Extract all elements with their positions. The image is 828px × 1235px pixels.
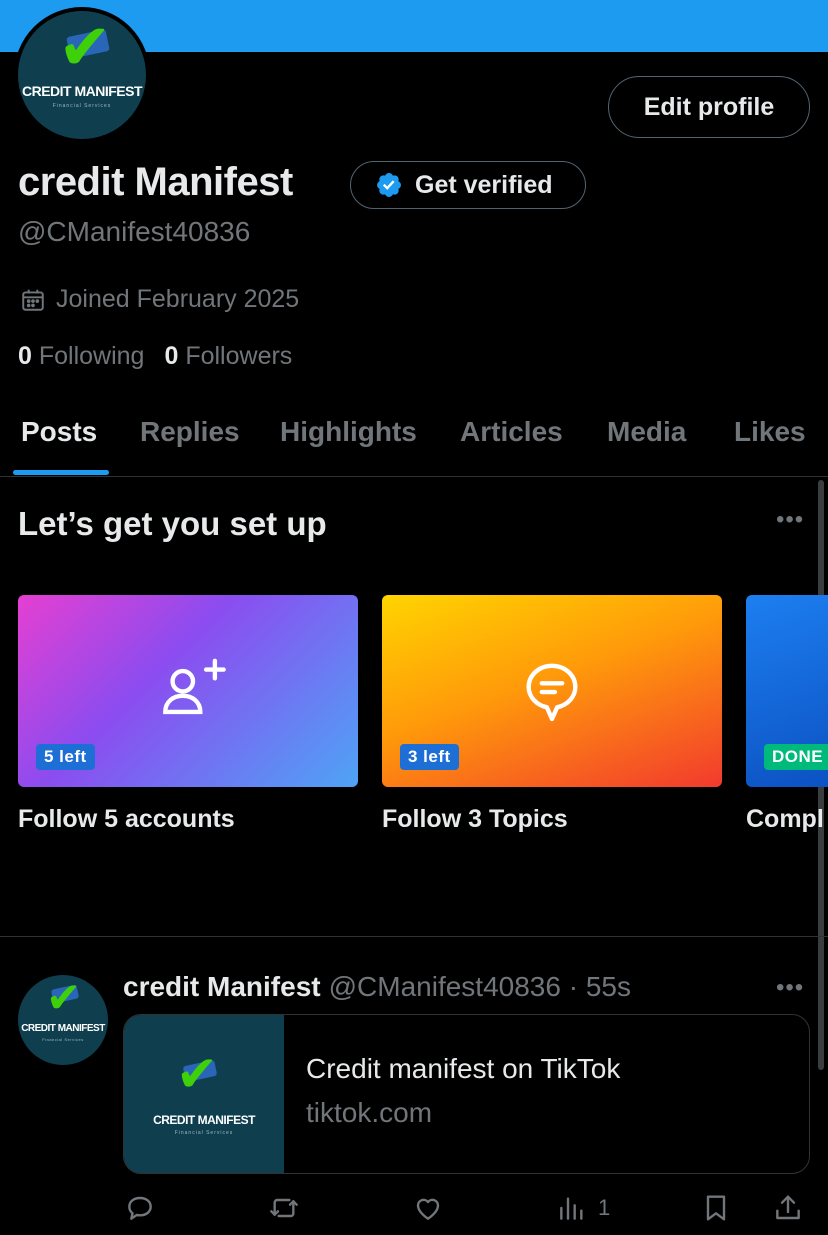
post-actions: 1: [0, 1186, 828, 1230]
done-badge: DONE: [764, 744, 828, 770]
checkmark-icon: ✔: [176, 1046, 218, 1102]
logo-subtext: Financial Services: [42, 1037, 84, 1042]
views-chart-icon: [560, 1197, 583, 1220]
followers-link[interactable]: 0 Followers: [164, 342, 292, 371]
heart-icon: [416, 1198, 440, 1220]
checkmark-icon: ✔: [58, 11, 112, 83]
profile-page: ✔ CREDIT MANIFEST Financial Services Edi…: [0, 0, 828, 1235]
get-verified-label: Get verified: [415, 170, 553, 199]
share-button[interactable]: [772, 1190, 804, 1226]
follow-stats: 0 Following 0 Followers: [18, 342, 292, 371]
section-divider: [0, 936, 828, 937]
views-button[interactable]: 1: [556, 1190, 610, 1226]
joined-text: Joined February 2025: [56, 285, 300, 313]
like-button[interactable]: [412, 1190, 444, 1226]
followers-count: 0: [164, 342, 179, 370]
post-avatar[interactable]: ✔ CREDIT MANIFEST Financial Services: [18, 975, 108, 1065]
complete-profile-label: Compl: [746, 805, 824, 833]
follow-topics-label: Follow 3 Topics: [382, 805, 568, 833]
link-preview-card[interactable]: ✔ CREDIT MANIFEST Financial Services Cre…: [123, 1014, 810, 1174]
active-tab-indicator: [13, 470, 109, 475]
follow-topics-card[interactable]: 3 left: [382, 595, 722, 787]
follow-accounts-card[interactable]: 5 left: [18, 595, 358, 787]
tab-articles[interactable]: Articles: [460, 416, 563, 448]
tab-highlights[interactable]: Highlights: [280, 416, 417, 448]
complete-profile-card[interactable]: DONE: [746, 595, 828, 787]
profile-tabs: Posts Replies Highlights Articles Media …: [0, 400, 828, 477]
post-header: credit Manifest @CManifest40836 · 55s: [123, 971, 631, 1003]
following-count: 0: [18, 342, 32, 370]
reply-icon: [128, 1196, 152, 1220]
topic-bubble-icon: [526, 663, 578, 722]
tab-replies[interactable]: Replies: [140, 416, 240, 448]
logo-text: CREDIT MANIFEST: [153, 1113, 255, 1127]
link-title: Credit manifest on TikTok: [306, 1053, 621, 1084]
followers-label: Followers: [185, 342, 293, 370]
tab-posts[interactable]: Posts: [21, 416, 97, 448]
logo-text: CREDIT MANIFEST: [21, 1023, 105, 1034]
verified-badge-icon: [377, 173, 401, 197]
edit-profile-button[interactable]: Edit profile: [608, 76, 810, 138]
get-verified-button[interactable]: Get verified: [350, 161, 586, 209]
follow-accounts-label: Follow 5 accounts: [18, 805, 235, 833]
share-icon: [776, 1195, 800, 1220]
views-count: 1: [598, 1195, 611, 1220]
joined-date: Joined February 2025: [20, 285, 299, 314]
checkmark-icon: ✔: [46, 975, 82, 1021]
logo-subtext: Financial Services: [174, 1130, 234, 1136]
link-domain: tiktok.com: [306, 1097, 433, 1128]
bookmark-icon: [706, 1195, 726, 1221]
display-name: credit Manifest: [18, 160, 293, 204]
profile-avatar[interactable]: ✔ CREDIT MANIFEST Financial Services: [14, 7, 150, 143]
calendar-icon: [22, 289, 44, 311]
tab-likes[interactable]: Likes: [734, 416, 806, 448]
remaining-badge: 3 left: [400, 744, 459, 770]
bookmark-button[interactable]: [700, 1190, 732, 1226]
profile-handle: @CManifest40836: [18, 216, 251, 247]
post-more-icon[interactable]: •••: [776, 974, 804, 1002]
following-label: Following: [38, 342, 145, 370]
reply-button[interactable]: [124, 1190, 156, 1226]
following-link[interactable]: 0 Following: [18, 342, 144, 371]
repost-icon: [270, 1198, 298, 1218]
post-author-name[interactable]: credit Manifest: [123, 971, 321, 1003]
repost-button[interactable]: [268, 1190, 300, 1226]
person-add-icon: [163, 658, 226, 715]
link-thumbnail: ✔ CREDIT MANIFEST Financial Services: [124, 1015, 284, 1173]
post-meta: @CManifest40836 · 55s: [328, 971, 631, 1002]
tab-media[interactable]: Media: [607, 416, 686, 448]
logo-subtext: Financial Services: [52, 103, 112, 109]
remaining-badge: 5 left: [36, 744, 95, 770]
setup-more-icon[interactable]: •••: [776, 506, 804, 534]
logo-text: CREDIT MANIFEST: [21, 83, 143, 99]
setup-title: Let’s get you set up: [18, 505, 327, 542]
